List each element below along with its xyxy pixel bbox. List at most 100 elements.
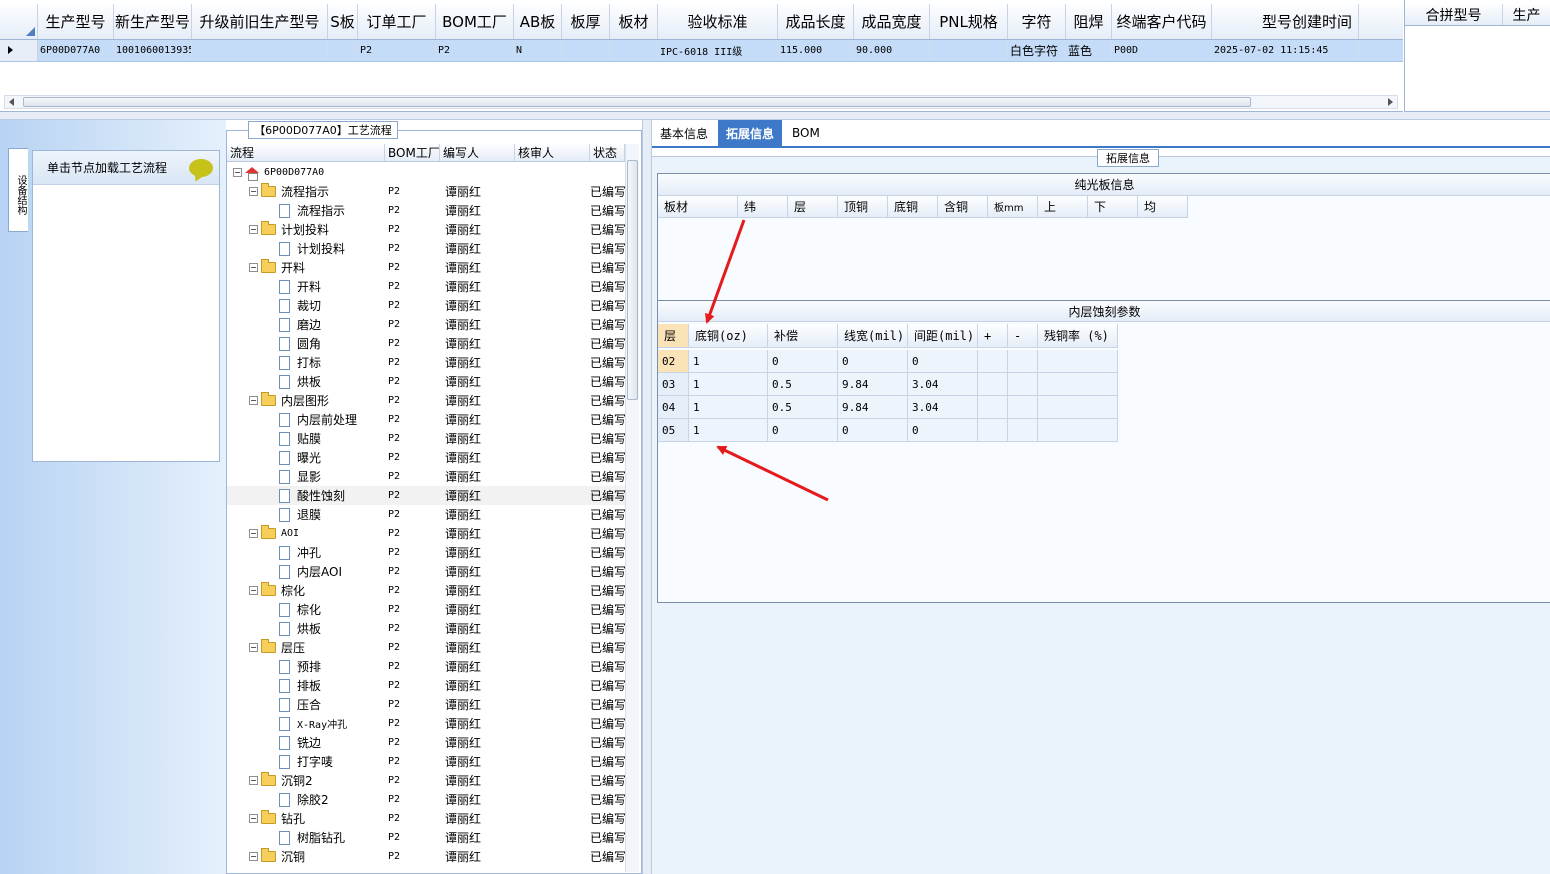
table-cell[interactable]: P2 [436, 40, 514, 61]
bare-board-column-header[interactable]: 均 [1138, 196, 1188, 217]
table-cell[interactable]: 1 [689, 396, 768, 418]
scroll-right-icon[interactable] [1388, 98, 1393, 106]
tree-column-header[interactable]: 编写人 [440, 144, 515, 161]
scroll-left-icon[interactable] [9, 98, 14, 106]
tree-node[interactable]: 内层前处理 P2 谭丽红 已编写 [227, 410, 625, 429]
grid-corner-cell[interactable] [0, 4, 38, 39]
table-cell[interactable]: 9.84 [838, 373, 908, 395]
table-row[interactable]: 05 1 0 0 0 [658, 419, 1118, 442]
tree-node[interactable]: − AOI P2 谭丽红 已编写 [227, 524, 625, 543]
column-header[interactable]: 合拼型号 [1405, 4, 1503, 25]
tree-node[interactable]: 内层AOI P2 谭丽红 已编写 [227, 562, 625, 581]
bare-board-column-header[interactable]: 顶铜 [838, 196, 888, 217]
horizontal-scrollbar[interactable] [4, 95, 1398, 109]
expand-toggle-icon[interactable]: − [249, 396, 258, 405]
table-cell[interactable]: 0 [768, 419, 838, 441]
tree-node[interactable]: 压合 P2 谭丽红 已编写 [227, 695, 625, 714]
expand-toggle-icon[interactable]: − [249, 263, 258, 272]
vertical-tab-device-structure[interactable]: 设备结构 [8, 148, 28, 232]
table-cell[interactable] [562, 40, 610, 61]
row-indicator[interactable] [0, 40, 38, 61]
expand-toggle-icon[interactable]: − [233, 168, 242, 177]
tree-node[interactable]: − 沉铜2 P2 谭丽红 已编写 [227, 771, 625, 790]
tree-node[interactable]: 贴膜 P2 谭丽红 已编写 [227, 429, 625, 448]
table-row[interactable]: 6P00D077A0 10010600139351 P2 P2 N IPC-6018 II… [0, 40, 1403, 62]
table-cell[interactable]: 1 [689, 373, 768, 395]
table-cell[interactable]: 0 [908, 350, 978, 372]
table-cell[interactable]: 115.000 [778, 40, 854, 61]
inner-etch-column-header[interactable]: 补偿 [768, 324, 838, 347]
tree-node[interactable]: 圆角 P2 谭丽红 已编写 [227, 334, 625, 353]
tab-bom[interactable]: BOM [786, 120, 826, 146]
inner-etch-column-header[interactable]: 线宽(mil) [838, 324, 908, 347]
column-header[interactable]: 板材 [610, 4, 658, 39]
table-cell[interactable]: 蓝色 [1066, 40, 1112, 61]
tree-node[interactable]: 棕化 P2 谭丽红 已编写 [227, 600, 625, 619]
column-header[interactable]: 升级前旧生产型号 [192, 4, 328, 39]
column-header[interactable]: 型号创建时间 [1212, 4, 1359, 39]
tree-node[interactable]: 计划投料 P2 谭丽红 已编写 [227, 239, 625, 258]
tree-node[interactable]: 烘板 P2 谭丽红 已编写 [227, 372, 625, 391]
column-header[interactable]: 生产 [1503, 4, 1550, 25]
tree-node[interactable]: 裁切 P2 谭丽红 已编写 [227, 296, 625, 315]
tree-node[interactable]: 冲孔 P2 谭丽红 已编写 [227, 543, 625, 562]
table-cell[interactable]: P00D [1112, 40, 1212, 61]
column-header[interactable]: 订单工厂 [358, 4, 436, 39]
expand-toggle-icon[interactable]: − [249, 643, 258, 652]
bare-board-column-header[interactable]: 板材 [658, 196, 738, 217]
inner-etch-column-header[interactable]: - [1008, 324, 1038, 347]
tree-scroll-thumb[interactable] [627, 160, 638, 400]
table-cell[interactable]: 03 [658, 373, 689, 395]
bare-board-column-header[interactable]: 底铜 [888, 196, 938, 217]
table-cell[interactable]: 0 [838, 350, 908, 372]
table-row[interactable]: 03 1 0.5 9.84 3.04 [658, 373, 1118, 396]
tree-node[interactable]: − 流程指示 P2 谭丽红 已编写 [227, 182, 625, 201]
tree-node[interactable]: − 开料 P2 谭丽红 已编写 [227, 258, 625, 277]
table-cell[interactable] [930, 40, 1008, 61]
column-header[interactable]: 成品宽度 [854, 4, 930, 39]
bare-board-column-header[interactable]: 纬 [738, 196, 788, 217]
expand-toggle-icon[interactable]: − [249, 776, 258, 785]
table-cell[interactable]: 05 [658, 419, 689, 441]
table-cell[interactable]: 0.5 [768, 396, 838, 418]
tree-node[interactable]: 退膜 P2 谭丽红 已编写 [227, 505, 625, 524]
horizontal-splitter[interactable] [0, 112, 1550, 120]
table-cell[interactable]: N [514, 40, 562, 61]
table-cell[interactable]: 0.5 [768, 373, 838, 395]
tab-basic-info[interactable]: 基本信息 [654, 120, 714, 146]
column-header[interactable]: PNL规格 [930, 4, 1008, 39]
table-cell[interactable] [978, 350, 1008, 372]
tree-node[interactable]: − 层压 P2 谭丽红 已编写 [227, 638, 625, 657]
tree-node[interactable]: 打字唛 P2 谭丽红 已编写 [227, 752, 625, 771]
tree-node[interactable]: − 计划投料 P2 谭丽红 已编写 [227, 220, 625, 239]
table-cell[interactable]: 9.84 [838, 396, 908, 418]
table-cell[interactable] [1038, 396, 1118, 418]
table-cell[interactable] [328, 40, 358, 61]
tree-vertical-scrollbar[interactable] [625, 144, 639, 872]
inner-etch-column-header[interactable]: 底铜(oz) [689, 324, 768, 347]
vertical-splitter[interactable] [642, 120, 652, 874]
column-header[interactable]: 字符 [1008, 4, 1066, 39]
column-header[interactable]: S板 [328, 4, 358, 39]
tree-node[interactable]: 酸性蚀刻 P2 谭丽红 已编写 [227, 486, 625, 505]
table-cell[interactable]: 1 [689, 419, 768, 441]
table-cell[interactable]: 2025-07-02 11:15:45 [1212, 40, 1359, 61]
table-cell[interactable]: 6P00D077A0 [38, 40, 114, 61]
bare-board-column-header[interactable]: 下 [1088, 196, 1138, 217]
tab-extended-info[interactable]: 拓展信息 [718, 120, 783, 146]
tree-node[interactable]: 预排 P2 谭丽红 已编写 [227, 657, 625, 676]
column-header[interactable]: 终端客户代码 [1112, 4, 1212, 39]
inner-etch-column-header[interactable]: 残铜率 (%) [1038, 324, 1118, 347]
inner-etch-column-header[interactable]: 间距(mil) [908, 324, 978, 347]
table-cell[interactable] [1038, 350, 1118, 372]
column-header[interactable]: 阻焊 [1066, 4, 1112, 39]
table-cell[interactable] [1008, 396, 1038, 418]
table-row[interactable]: 02 1 0 0 0 [658, 350, 1118, 373]
table-cell[interactable] [978, 419, 1008, 441]
tree-node[interactable]: 磨边 P2 谭丽红 已编写 [227, 315, 625, 334]
tree-node[interactable]: − 棕化 P2 谭丽红 已编写 [227, 581, 625, 600]
tree-node[interactable]: − 内层图形 P2 谭丽红 已编写 [227, 391, 625, 410]
load-flow-hint[interactable]: 单击节点加载工艺流程 [33, 151, 219, 185]
tree-node[interactable]: 烘板 P2 谭丽红 已编写 [227, 619, 625, 638]
expand-toggle-icon[interactable]: − [249, 529, 258, 538]
